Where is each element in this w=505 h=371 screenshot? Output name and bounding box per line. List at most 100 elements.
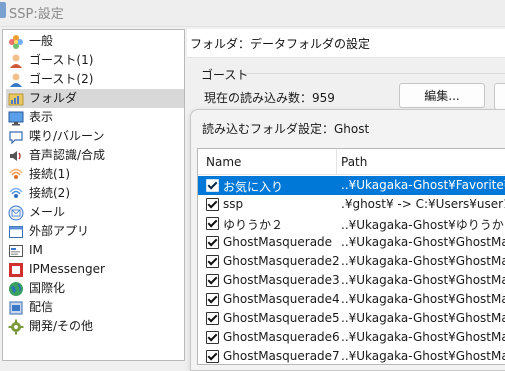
row-checkbox[interactable]	[206, 236, 219, 249]
edit-button[interactable]: 編集...	[399, 83, 485, 108]
column-header-path[interactable]: Path	[341, 155, 367, 169]
sidebar-item-label: 表示	[29, 110, 54, 124]
table-row[interactable]: GhostMasquerade ..¥Ukagaka-Ghost¥GhostMa…	[198, 233, 505, 252]
sidebar-item-label: 国際化	[29, 281, 66, 295]
table-row[interactable]: ssp .¥ghost¥ -> C:¥Users¥user1¥Uka	[198, 195, 505, 214]
sidebar-item-label: フォルダ	[29, 91, 78, 105]
row-name: GhostMasquerade2	[223, 254, 340, 268]
table-row[interactable]: GhostMasquerade4 ..¥Ukagaka-Ghost¥GhostM…	[198, 290, 505, 309]
ipmessenger-icon	[9, 262, 23, 277]
sidebar-item-display[interactable]: 表示	[8, 108, 182, 127]
folder-chart-icon	[8, 93, 24, 105]
sidebar-item-label: 開発/その他	[29, 319, 94, 333]
sidebar-item-ghost-1[interactable]: ゴースト(1)	[8, 51, 182, 70]
sidebar-item-label: 喋り/バルーン	[29, 129, 105, 143]
row-checkbox[interactable]	[206, 293, 219, 306]
sidebar-item-external-app[interactable]: 外部アプリ	[8, 222, 182, 241]
page-title: フォルダ：データフォルダの設定	[190, 37, 371, 51]
row-name: GhostMasquerade	[223, 235, 333, 249]
column-separator[interactable]	[336, 149, 337, 174]
row-path: ..¥Ukagaka-Ghost¥GhostMasqu	[341, 311, 505, 325]
sidebar-item-folder[interactable]: フォルダ	[6, 89, 184, 108]
sidebar-item-label: 外部アプリ	[29, 224, 90, 238]
sidebar-item-connection-2[interactable]: 接続(2)	[8, 184, 182, 203]
sidebar-item-im[interactable]: IM	[8, 241, 182, 260]
broadcast-icon	[9, 168, 23, 179]
sidebar-item-label: IM	[29, 243, 43, 257]
mail-icon	[8, 205, 24, 220]
row-checkbox[interactable]	[206, 255, 219, 268]
row-checkbox[interactable]	[206, 350, 219, 363]
ghost-group-label: ゴースト	[201, 68, 249, 82]
person-icon	[10, 73, 22, 87]
sidebar-item-speech-balloon[interactable]: 喋り/バルーン	[8, 127, 182, 146]
sidebar-item-voice[interactable]: 音声認識/合成	[8, 146, 182, 165]
row-name: GhostMasquerade6	[223, 330, 340, 344]
row-path: ..¥Ukagaka-Ghost¥GhostMasqu	[341, 235, 505, 249]
section-header: フォルダ：データフォルダの設定	[187, 29, 505, 58]
flower-icon	[9, 34, 23, 49]
table-row[interactable]: GhostMasquerade5 ..¥Ukagaka-Ghost¥GhostM…	[198, 309, 505, 328]
sidebar-item-mail[interactable]: メール	[8, 203, 182, 222]
im-icon	[9, 244, 23, 257]
row-path: ..¥Ukagaka-Ghost¥ゆりうか２¥ ->	[341, 218, 505, 232]
row-checkbox[interactable]	[206, 179, 219, 192]
sidebar-item-label: ゴースト(1)	[29, 53, 94, 67]
row-name: お気に入り	[223, 180, 284, 194]
table-row[interactable]: GhostMasquerade7 ..¥Ukagaka-Ghost¥GhostM…	[198, 347, 505, 364]
globe-icon	[9, 281, 23, 296]
sidebar-item-label: 音声認識/合成	[29, 148, 106, 162]
row-path: ..¥Ukagaka-Ghost¥GhostMasqu	[341, 273, 505, 287]
sidebar-item-label: 接続(2)	[29, 186, 70, 200]
sidebar-item-label: 一般	[29, 34, 54, 48]
title-bar: SSP:設定	[0, 0, 505, 27]
gear-icon	[8, 319, 24, 334]
sidebar-item-connection-1[interactable]: 接続(1)	[8, 165, 182, 184]
sidebar-item-label: 接続(1)	[29, 167, 70, 181]
speech-bubble-icon	[9, 130, 23, 144]
sidebar-item-label: 配信	[29, 300, 54, 314]
group-divider	[244, 73, 505, 74]
row-name: GhostMasquerade4	[223, 292, 340, 306]
speaker-icon	[10, 150, 21, 161]
row-path: ..¥Ukagaka-Ghost¥GhostMasqu	[341, 254, 505, 268]
sidebar-item-general[interactable]: 一般	[8, 32, 182, 51]
row-checkbox[interactable]	[206, 331, 219, 344]
load-count-text: 現在の読み込み数：959	[204, 91, 335, 105]
person-icon	[10, 54, 22, 68]
sidebar-item-dev-other[interactable]: 開発/その他	[8, 317, 182, 336]
row-checkbox[interactable]	[206, 274, 219, 287]
list-header: Name Path	[198, 149, 505, 175]
sidebar-item-international[interactable]: 国際化	[8, 279, 182, 298]
row-path: ..¥Ukagaka-Ghost¥GhostMasqu	[341, 349, 505, 363]
row-checkbox[interactable]	[206, 198, 219, 211]
sidebar-item-label: ゴースト(2)	[29, 72, 94, 86]
sidebar-item-ipmessenger[interactable]: IPMessenger	[8, 260, 182, 279]
row-name: GhostMasquerade5	[223, 311, 340, 325]
secondary-button[interactable]	[494, 83, 505, 110]
category-list[interactable]: 一般 ゴースト(1) ゴースト(2) フォルダ 表示 喋り/バルーン 音声認識/…	[2, 29, 185, 361]
table-row[interactable]: ゆりうか２ ..¥Ukagaka-Ghost¥ゆりうか２¥ ->	[198, 214, 505, 233]
row-name: GhostMasquerade3	[223, 273, 340, 287]
table-row[interactable]: GhostMasquerade2 ..¥Ukagaka-Ghost¥GhostM…	[198, 252, 505, 271]
app-window-icon	[9, 225, 23, 238]
row-name: GhostMasquerade7	[223, 349, 340, 363]
row-path: ..¥Ukagaka-Ghost¥GhostMasqu	[341, 330, 505, 344]
table-row[interactable]: GhostMasquerade3 ..¥Ukagaka-Ghost¥GhostM…	[198, 271, 505, 290]
column-header-name[interactable]: Name	[206, 155, 241, 169]
row-checkbox[interactable]	[206, 217, 219, 230]
folder-list[interactable]: Name Path お気に入り ..¥Ukagaka-Ghost¥Favorit…	[197, 148, 505, 365]
sidebar-item-label: IPMessenger	[29, 262, 105, 276]
table-row[interactable]: お気に入り ..¥Ukagaka-Ghost¥Favorite¥ ->	[198, 176, 505, 195]
table-row[interactable]: GhostMasquerade6 ..¥Ukagaka-Ghost¥GhostM…	[198, 328, 505, 347]
distribution-icon	[9, 301, 23, 314]
sidebar-item-distribution[interactable]: 配信	[8, 298, 182, 317]
row-name: ssp	[223, 197, 244, 211]
window-title: SSP:設定	[9, 7, 64, 22]
sidebar-item-ghost-2[interactable]: ゴースト(2)	[8, 70, 182, 89]
dialog-title: 読み込むフォルダ設定：Ghost	[202, 122, 370, 136]
sidebar-item-label: メール	[29, 205, 66, 219]
row-checkbox[interactable]	[206, 312, 219, 325]
row-path: .¥ghost¥ -> C:¥Users¥user1¥Uka	[341, 197, 505, 211]
app-icon	[0, 2, 6, 18]
